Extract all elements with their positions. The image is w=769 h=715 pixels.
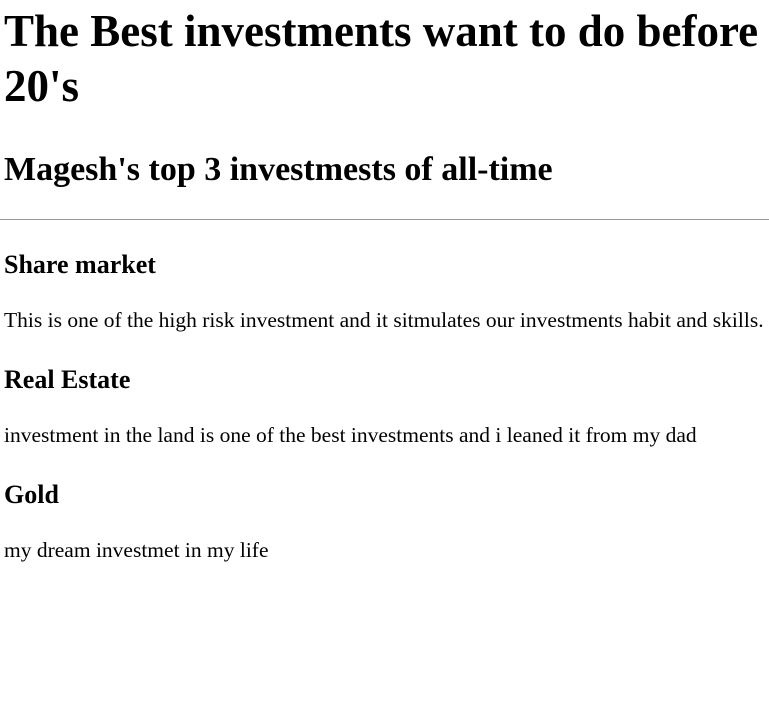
- section-text: investment in the land is one of the bes…: [4, 423, 697, 447]
- page-subtitle: Magesh's top 3 investmests of all-time: [4, 151, 553, 188]
- section-share-market: Share market This is one of the high ris…: [4, 250, 769, 334]
- section-text: my dream investmet in my life: [4, 538, 269, 562]
- section-text: This is one of the high risk investment …: [4, 308, 764, 332]
- page-title: The Best investments want to do before 2…: [4, 6, 759, 111]
- divider: [0, 219, 769, 220]
- section-heading: Real Estate: [4, 365, 131, 394]
- section-heading: Gold: [4, 480, 59, 509]
- section-real-estate: Real Estate investment in the land is on…: [4, 365, 769, 449]
- section-heading: Share market: [4, 250, 156, 279]
- section-gold: Gold my dream investmet in my life: [4, 480, 769, 564]
